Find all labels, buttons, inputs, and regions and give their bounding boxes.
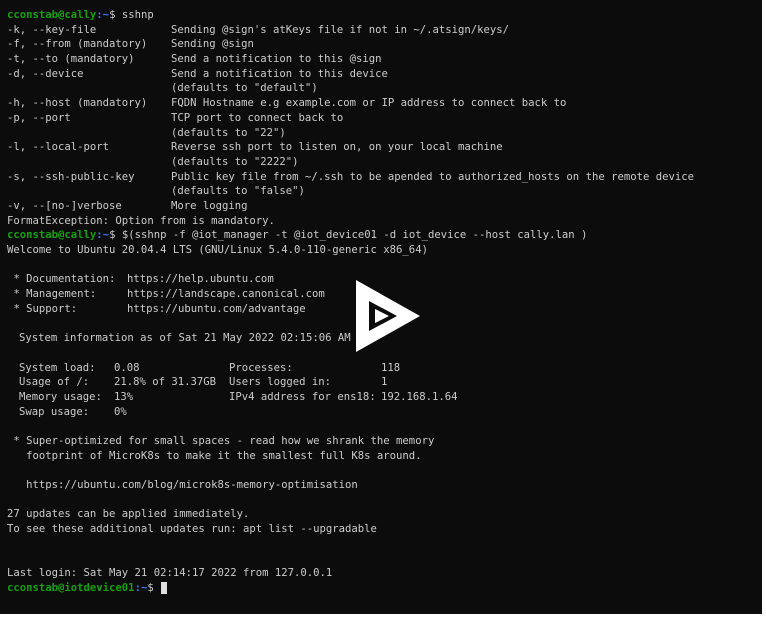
stat-value: 192.168.1.64 [381,390,458,403]
stats-row: Swap usage: 0% [7,405,762,420]
error-text: FormatException: Option from is mandator… [7,214,275,227]
help-row: -d, --device Send a notification to this … [7,67,762,82]
link-label: * Documentation: [7,273,116,286]
command-text: $(sshnp -f @iot_manager -t @iot_device01… [121,229,588,242]
help-row: (defaults to "default") [7,81,762,96]
help-row: (defaults to "2222") [7,155,762,170]
help-description: FQDN Hostname e.g example.com or IP addr… [171,97,567,110]
prompt-line: cconstab@cally:~ $ $(sshnp -f @iot_manage… [7,228,762,243]
link-label: * Support: [7,302,78,315]
updates-text: To see these additional updates run: apt… [7,523,377,536]
help-option: -p, --port [7,111,71,124]
link-url[interactable]: https://help.ubuntu.com [127,272,274,287]
help-row: -v, --[no-]verbose More logging [7,199,762,214]
help-row: -s, --ssh-public-key Public key file from… [7,170,762,185]
promo-url[interactable]: https://ubuntu.com/blog/microk8s-memory-… [7,478,358,493]
help-description: Sending @sign's atKeys file if not in ~/… [171,23,510,36]
help-row: -f, --from (mandatory) Sending @sign [7,37,762,52]
promo-url-line: https://ubuntu.com/blog/microk8s-memory-… [7,478,762,493]
help-description: (defaults to "2222") [171,155,299,168]
stat-value: 1 [381,376,388,389]
prompt-line[interactable]: cconstab@iotdevice01:~ $ [7,581,762,596]
help-row: -t, --to (mandatory) Send a notification … [7,52,762,67]
promo-line: footprint of MicroK8s to make it the sma… [7,449,762,464]
help-description: TCP port to connect back to [171,111,344,124]
help-description: Send a notification to this device [171,67,388,80]
last-login-text: Last login: Sat May 21 02:14:17 2022 fro… [7,567,333,580]
stat-value: 21.8% of 31.37GB [114,376,217,389]
promo-text: footprint of MicroK8s to make it the sma… [7,449,422,462]
help-option: -k, --key-file [7,23,97,36]
help-row: -h, --host (mandatory) FQDN Hostname e.g … [7,96,762,111]
stat-value: 118 [381,361,401,374]
help-description: Public key file from ~/.ssh to be apende… [171,170,694,183]
help-option: -s, --ssh-public-key [7,170,135,183]
welcome-line: Welcome to Ubuntu 20.04.4 LTS (GNU/Linux… [7,243,762,258]
stat-value: 13% [114,390,134,403]
help-row: (defaults to "false") [7,184,762,199]
command-text: sshnp [121,9,154,21]
stats-row: System load: 0.08 Processes: 118 [7,361,762,376]
text-cursor[interactable] [161,582,168,595]
stat-value: 0.08 [114,361,140,374]
prompt-path: :~ [134,581,148,594]
help-description: Sending @sign [171,38,254,51]
link-label: * Management: [7,288,97,301]
help-description: (defaults to "false") [171,185,305,198]
error-message: FormatException: Option from is mandator… [7,214,762,229]
stat-key: IPv4 address for ens18: [229,390,376,403]
help-description: (defaults to "22") [171,126,286,139]
stats-row: Memory usage: 13% IPv4 address for ens18: 1… [7,390,762,405]
help-row: -l, --local-port Reverse ssh port to list… [7,140,762,155]
stats-row: Usage of /: 21.8% of 31.37GB Users logged … [7,375,762,390]
last-login-line: Last login: Sat May 21 02:14:17 2022 fro… [7,566,762,581]
welcome-text: Welcome to Ubuntu 20.04.4 LTS (GNU/Linux… [7,244,428,256]
prompt-path: :~ [96,229,110,242]
promo-line: * Super-optimized for small spaces - rea… [7,434,762,449]
help-description: Reverse ssh port to listen on, on your l… [171,141,503,154]
promo-text: * Super-optimized for small spaces - rea… [7,434,435,447]
stat-key: Processes: [229,361,293,374]
updates-text: 27 updates can be applied immediately. [7,508,250,521]
play-icon[interactable] [352,278,424,354]
help-option: -d, --device [7,67,84,80]
help-option: -f, --from (mandatory) [7,38,148,51]
help-description: More logging [171,199,248,212]
updates-line: To see these additional updates run: apt… [7,522,762,537]
stat-value: 0% [114,405,127,418]
prompt-user-host: cconstab@iotdevice01 [7,581,135,594]
help-option: -h, --host (mandatory) [7,97,148,110]
stat-key: Usage of /: [19,376,90,389]
link-url[interactable]: https://landscape.canonical.com [127,287,325,302]
help-description: (defaults to "default") [171,82,318,95]
help-option: -l, --local-port [7,141,110,154]
stat-key: Memory usage: [19,390,102,403]
prompt-user-host: cconstab@cally [7,9,97,21]
help-row: -k, --key-file Sending @sign's atKeys fil… [7,23,762,38]
prompt-user-host: cconstab@cally [7,229,97,242]
sysinfo-title-text: System information as of Sat 21 May 2022… [19,332,377,345]
help-option: -t, --to (mandatory) [7,53,135,66]
link-url[interactable]: https://ubuntu.com/advantage [127,302,306,317]
updates-line: 27 updates can be applied immediately. [7,507,762,522]
stat-key: Swap usage: [19,405,90,418]
stat-key: System load: [19,361,96,374]
help-row: -p, --port TCP port to connect back to [7,111,762,126]
help-option: -v, --[no-]verbose [7,199,122,212]
help-description: Send a notification to this @sign [171,53,382,66]
prompt-line: cconstab@cally:~ $ sshnp [7,8,762,23]
prompt-path: :~ [96,9,110,21]
terminal-window[interactable]: cconstab@cally:~ $ sshnp -k, --key-file Se… [0,0,762,614]
stat-key: Users logged in: [229,376,332,389]
help-row: (defaults to "22") [7,126,762,141]
